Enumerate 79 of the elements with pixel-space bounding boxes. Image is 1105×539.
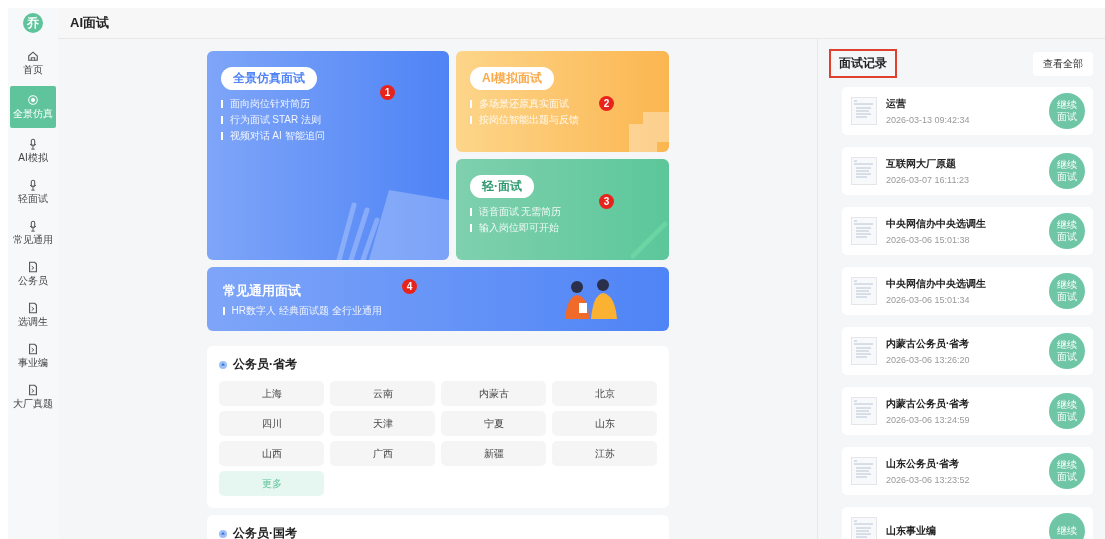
region-button[interactable]: 新疆: [441, 441, 546, 466]
feature-text: 输入岗位即可开始: [470, 220, 655, 236]
record-time: 2026-03-06 13:24:59: [886, 415, 971, 425]
record-title: 互联网大厂原题: [886, 157, 957, 171]
arrow-up-icon: [219, 529, 227, 538]
card-title: 常见通用面试: [223, 282, 301, 300]
microphone-icon: [27, 179, 39, 191]
arrow-up-icon: [219, 360, 227, 369]
card-title: 轻·面试: [470, 175, 534, 198]
sidebar-item[interactable]: 公务员: [10, 256, 56, 292]
region-button[interactable]: 北京: [552, 381, 657, 406]
sidebar-item[interactable]: AI模拟: [10, 133, 56, 169]
home-icon: [27, 50, 39, 62]
region-button[interactable]: 宁夏: [441, 411, 546, 436]
record-card[interactable]: 内蒙古公务员·省考 2026-03-06 13:24:59 继续面试: [842, 387, 1093, 435]
region-button[interactable]: 四川: [219, 411, 324, 436]
record-time: 2026-03-06 15:01:34: [886, 295, 971, 305]
record-time: 2026-03-06 15:01:38: [886, 235, 971, 245]
region-button[interactable]: 云南: [330, 381, 435, 406]
view-all-button[interactable]: 查看全部: [1033, 51, 1093, 76]
record-time: 2026-03-06 13:23:52: [886, 475, 971, 485]
region-button[interactable]: 内蒙古: [441, 381, 546, 406]
record-time: 2026-03-06 13:26:20: [886, 355, 971, 365]
region-button[interactable]: 天津: [330, 411, 435, 436]
record-card[interactable]: 山东事业编 继续: [842, 507, 1093, 539]
record-time: 2026-03-07 16:11:23: [886, 175, 970, 185]
record-title: 山东事业编: [886, 524, 937, 538]
record-title: 运营: [886, 97, 907, 111]
region-button[interactable]: 上海: [219, 381, 324, 406]
sidebar-item[interactable]: 常见通用: [10, 215, 56, 251]
record-title: 内蒙古公务员·省考: [886, 397, 971, 411]
document-icon: [27, 384, 39, 396]
record-card[interactable]: 中央网信办中央选调生 2026-03-06 15:01:34 继续面试: [842, 267, 1093, 315]
target-icon: [27, 94, 39, 106]
record-title: 山东公务员·省考: [886, 457, 961, 471]
feature-text: HR数字人 经典面试题 全行业通用: [223, 303, 653, 319]
record-card[interactable]: 互联网大厂原题 2026-03-07 16:11:23 继续面试: [842, 147, 1093, 195]
record-card[interactable]: 山东公务员·省考 2026-03-06 13:23:52 继续面试: [842, 447, 1093, 495]
feature-text: 视频对话 AI 智能追问: [221, 128, 435, 144]
logo: 乔: [23, 13, 43, 33]
record-title: 中央网信办中央选调生: [886, 277, 987, 291]
record-time: 2026-03-13 09:42:34: [886, 115, 971, 125]
feature-text: 行为面试 STAR 法则: [221, 112, 435, 128]
document-thumbnail: [851, 277, 877, 305]
document-thumbnail: [851, 217, 877, 245]
region-button[interactable]: 山西: [219, 441, 324, 466]
microphone-icon: [27, 138, 39, 150]
region-button[interactable]: 山东: [552, 411, 657, 436]
record-card[interactable]: 内蒙古公务员·省考 2026-03-06 13:26:20 继续面试: [842, 327, 1093, 375]
document-thumbnail: [851, 337, 877, 365]
document-thumbnail: [851, 97, 877, 125]
card-title: 全景仿真面试: [221, 67, 317, 90]
sidebar-item[interactable]: 事业编: [10, 338, 56, 374]
document-icon: [27, 302, 39, 314]
document-thumbnail: [851, 517, 877, 539]
feature-text: 按岗位智能出题与反馈: [470, 112, 655, 128]
record-card[interactable]: 运营 2026-03-13 09:42:34 继续面试: [842, 87, 1093, 135]
document-thumbnail: [851, 157, 877, 185]
sidebar-item[interactable]: 选调生: [10, 297, 56, 333]
sidebar-item[interactable]: 大厂真题: [10, 379, 56, 415]
paper-drawing: [629, 112, 669, 152]
sidebar-item[interactable]: 轻面试: [10, 174, 56, 210]
microphone-icon: [27, 220, 39, 232]
region-button[interactable]: 广西: [330, 441, 435, 466]
sidebar-item[interactable]: 首页: [10, 45, 56, 81]
document-icon: [27, 261, 39, 273]
section-title: 公务员·国考: [233, 525, 297, 539]
record-title: 中央网信办中央选调生: [886, 217, 987, 231]
panel-title: 面试记录: [829, 49, 897, 78]
record-card[interactable]: 中央网信办中央选调生 2026-03-06 15:01:38 继续面试: [842, 207, 1093, 255]
section-title: 公务员·省考: [233, 356, 297, 373]
people-drawing: [565, 279, 617, 319]
document-icon: [27, 343, 39, 355]
page-title: AI面试: [70, 14, 109, 32]
record-title: 内蒙古公务员·省考: [886, 337, 971, 351]
card-title: AI模拟面试: [470, 67, 554, 90]
region-button[interactable]: 江苏: [552, 441, 657, 466]
document-thumbnail: [851, 457, 877, 485]
document-thumbnail: [851, 397, 877, 425]
